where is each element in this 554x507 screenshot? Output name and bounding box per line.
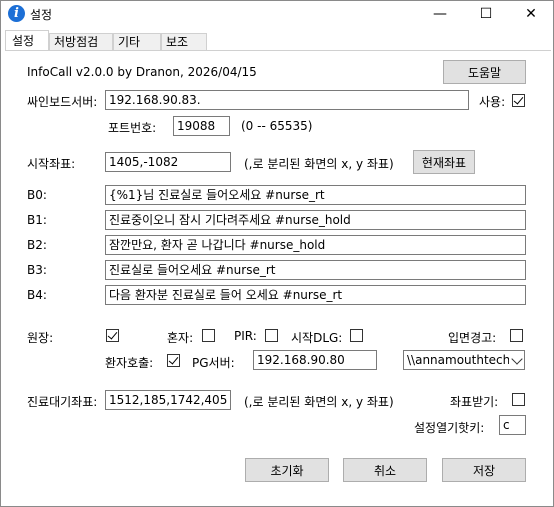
tab-etc[interactable]: 기타 <box>113 33 161 51</box>
pir-checkbox[interactable] <box>265 329 278 342</box>
message-field-b4[interactable]: 다음 환자분 진료실로 들어 오세요 #nurse_rt <box>105 285 526 305</box>
waiting-coord-field[interactable]: 1512,185,1742,405 <box>105 390 231 410</box>
pir-label: PIR: <box>234 329 257 343</box>
alone-label: 혼자: <box>167 331 194 345</box>
use-checkbox[interactable] <box>512 94 525 107</box>
minimize-button[interactable]: — <box>417 1 463 27</box>
tab-assist[interactable]: 보조 <box>161 33 207 51</box>
patient-call-label: 환자호출: <box>105 356 154 370</box>
hotkey-label: 설정열기핫키: <box>414 421 485 435</box>
tab-divider <box>5 50 551 51</box>
server-field[interactable]: 192.168.90.83. <box>105 90 469 110</box>
pg-server-field[interactable]: 192.168.90.80 <box>253 350 377 370</box>
alone-checkbox[interactable] <box>202 329 215 342</box>
current-coord-button[interactable]: 현재좌표 <box>413 150 475 174</box>
start-coord-hint: (,로 분리된 화면의 x, y 좌표) <box>244 157 394 171</box>
start-coord-field[interactable]: 1405,-1082 <box>105 152 231 172</box>
tab-prescription-check[interactable]: 처방점검 <box>49 33 113 51</box>
mouth-warning-label: 입면경고: <box>448 331 497 345</box>
startdlg-checkbox[interactable] <box>350 329 363 342</box>
waiting-coord-hint: (,로 분리된 화면의 x, y 좌표) <box>244 395 394 409</box>
message-field-b2[interactable]: 잠깐만요, 환자 곧 나갑니다 #nurse_hold <box>105 235 526 255</box>
help-button[interactable]: 도움말 <box>443 60 526 84</box>
message-label-b0: B0: <box>27 188 47 202</box>
path-select[interactable]: \\annamouthtech <box>403 350 525 370</box>
port-label: 포트번호: <box>108 121 157 135</box>
message-label-b4: B4: <box>27 288 47 302</box>
close-button[interactable]: ✕ <box>508 1 554 27</box>
hotkey-field[interactable]: c <box>499 415 526 435</box>
message-label-b2: B2: <box>27 238 47 252</box>
director-label: 원장: <box>27 331 54 345</box>
receive-coord-label: 좌표받기: <box>450 395 499 409</box>
startdlg-label: 시작DLG: <box>291 331 343 345</box>
patient-call-checkbox[interactable] <box>167 354 180 367</box>
info-icon: i <box>8 5 25 22</box>
pg-server-label: PG서버: <box>192 356 235 370</box>
start-coord-label: 시작좌표: <box>27 157 76 171</box>
use-label: 사용: <box>479 95 506 109</box>
version-text: InfoCall v2.0.0 by Dranon, 2026/04/15 <box>27 65 257 79</box>
port-range-text: (0 -- 65535) <box>241 119 313 133</box>
message-label-b3: B3: <box>27 263 47 277</box>
title-bar: i 설정 — ☐ ✕ <box>1 1 553 27</box>
receive-coord-checkbox[interactable] <box>512 393 525 406</box>
message-field-b1[interactable]: 진료중이오니 잠시 기다려주세요 #nurse_hold <box>105 210 526 230</box>
waiting-coord-label: 진료대기좌표: <box>27 395 98 409</box>
cancel-button[interactable]: 취소 <box>343 458 427 482</box>
message-field-b3[interactable]: 진료실로 들어오세요 #nurse_rt <box>105 260 526 280</box>
settings-window: i 설정 — ☐ ✕ 설정 처방점검 기타 보조 InfoCall v2.0.0… <box>0 0 554 507</box>
tab-settings[interactable]: 설정 <box>5 30 49 51</box>
window-title: 설정 <box>30 8 53 22</box>
director-checkbox[interactable] <box>106 329 119 342</box>
mouth-warning-checkbox[interactable] <box>510 329 523 342</box>
maximize-button[interactable]: ☐ <box>463 1 509 27</box>
reset-button[interactable]: 초기화 <box>245 458 329 482</box>
path-select-value: \\annamouthtech <box>407 353 509 367</box>
chevron-down-icon <box>511 353 523 365</box>
message-label-b1: B1: <box>27 213 47 227</box>
server-label: 싸인보드서버: <box>27 95 98 109</box>
port-field[interactable]: 19088 <box>173 116 230 136</box>
message-field-b0[interactable]: {%1}님 진료실로 들어오세요 #nurse_rt <box>105 185 526 205</box>
save-button[interactable]: 저장 <box>442 458 526 482</box>
